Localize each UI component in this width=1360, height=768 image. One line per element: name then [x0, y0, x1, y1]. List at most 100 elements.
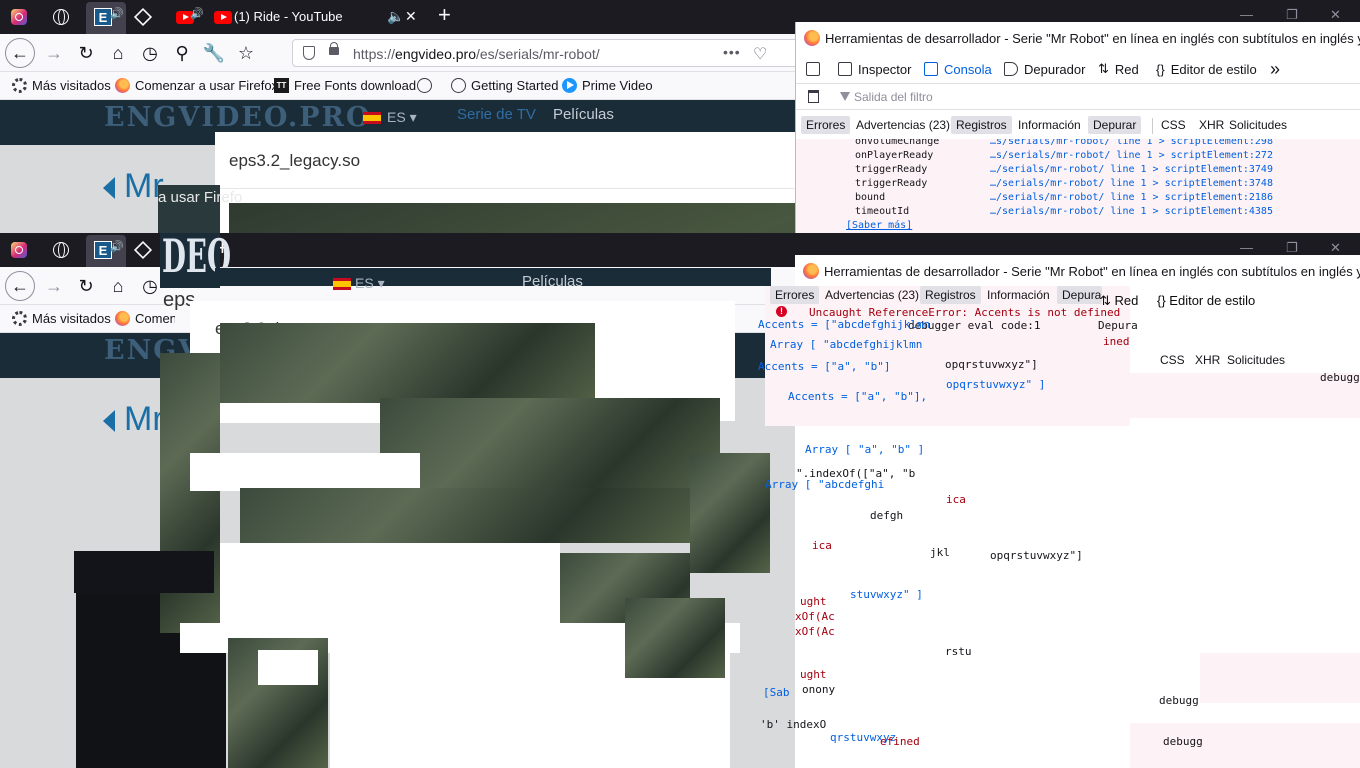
- filter-info[interactable]: Información: [982, 286, 1055, 304]
- minimize-icon[interactable]: —: [1240, 7, 1253, 22]
- filter-logs[interactable]: Registros: [951, 116, 1012, 134]
- filter-debug[interactable]: Depurar: [1057, 286, 1102, 304]
- nav-films[interactable]: Películas: [553, 106, 614, 123]
- bookmark-getting-firefox[interactable]: Comenzar a usar Firefox: [115, 311, 175, 326]
- filter-debug[interactable]: Depurar: [1088, 116, 1142, 134]
- reload-button[interactable]: ↻: [72, 272, 100, 300]
- nav-tv-series[interactable]: Serie de TV: [457, 106, 536, 123]
- pocket-icon[interactable]: ♡: [753, 44, 767, 64]
- tab-style-editor[interactable]: {} Editor de estilo: [1156, 59, 1257, 79]
- page-actions-icon[interactable]: •••: [723, 44, 741, 60]
- pick-element-button[interactable]: [806, 59, 820, 79]
- console-filter-bar: Salida del filtro: [796, 84, 1360, 110]
- arrow-left-icon: ←: [11, 42, 29, 63]
- forward-button[interactable]: →: [40, 39, 68, 67]
- tab-instagram[interactable]: [6, 5, 32, 29]
- reload-icon: ↻: [78, 275, 94, 296]
- filter-logs[interactable]: Registros: [920, 286, 981, 304]
- tab-inspector[interactable]: Inspector: [838, 59, 911, 79]
- forward-button[interactable]: →: [40, 272, 68, 300]
- speaker-icon[interactable]: 🔊: [110, 7, 124, 20]
- bookmark-getting-firefox[interactable]: Comenzar a usar Firefox: [115, 78, 278, 93]
- back-arrow-icon[interactable]: [103, 410, 115, 432]
- bookmark-prime-video[interactable]: Prime Video: [562, 78, 653, 93]
- bookmark-getting-started[interactable]: Getting Started: [451, 78, 558, 93]
- console-fragment: debugg: [1159, 694, 1199, 707]
- restore-icon[interactable]: ❐: [1286, 7, 1298, 23]
- tab-network[interactable]: ⇅ Red: [1098, 59, 1139, 79]
- tab-debugger[interactable]: Depurador: [1004, 59, 1085, 79]
- glitch-white: [220, 543, 560, 633]
- console-row: triggerReady …/serials/mr-robot/ line 1 >…: [855, 178, 1273, 189]
- filter-info[interactable]: Información: [1013, 116, 1086, 134]
- firefox-icon: [804, 30, 820, 46]
- bookmark-free-fonts[interactable]: TT Free Fonts download: [274, 78, 416, 93]
- filter-errors[interactable]: Errores: [770, 286, 820, 304]
- globe-icon: [53, 9, 69, 25]
- search-button[interactable]: ⚲: [168, 39, 196, 67]
- youtube-icon: [214, 10, 232, 24]
- filter-css[interactable]: CSS: [1156, 116, 1191, 134]
- close-tab-icon[interactable]: ✕: [405, 8, 417, 25]
- filter-requests[interactable]: Solicitudes: [1224, 116, 1292, 134]
- site-logo[interactable]: ENGVIDEO.PRO: [104, 102, 372, 133]
- url-text[interactable]: https://engvideo.pro/es/serials/mr-robot…: [353, 46, 600, 62]
- language-selector[interactable]: ES ▾: [355, 275, 385, 292]
- tools-button[interactable]: 🔧: [200, 39, 228, 67]
- log-level-filters: Errores Advertencias (23) Registros Info…: [796, 113, 1360, 139]
- back-arrow-icon[interactable]: [103, 177, 115, 199]
- more-tools-button[interactable]: »: [1270, 59, 1280, 79]
- instagram-icon: [11, 9, 27, 25]
- tracking-shield-icon[interactable]: [303, 46, 315, 60]
- console-row: bound …/serials/mr-robot/ line 1 > script…: [855, 192, 1273, 203]
- bookmark-star-button[interactable]: ☆: [232, 39, 260, 67]
- globe-icon: [451, 78, 466, 93]
- home-button[interactable]: ⌂: [104, 39, 132, 67]
- console-fragment: ught: [800, 668, 827, 681]
- bookmark-most-visited[interactable]: Más visitados: [12, 78, 111, 93]
- url-bar[interactable]: https://engvideo.pro/es/serials/mr-robot…: [292, 39, 802, 67]
- bookmark-most-visited[interactable]: Más visitados: [12, 311, 111, 326]
- tab-console[interactable]: Consola: [924, 59, 992, 79]
- spain-flag-icon[interactable]: [363, 112, 381, 124]
- filter-input[interactable]: Salida del filtro: [854, 90, 933, 104]
- minimize-icon[interactable]: —: [1240, 240, 1253, 255]
- history-button[interactable]: ◷: [136, 39, 164, 67]
- filter-requests[interactable]: Solicitudes: [1222, 351, 1290, 369]
- filter-xhr[interactable]: XHR: [1190, 351, 1225, 369]
- learn-more-link[interactable]: [Saber más]: [846, 219, 912, 233]
- speaker-icon[interactable]: 🔊: [110, 240, 124, 253]
- tab-globe[interactable]: [48, 238, 74, 262]
- reload-button[interactable]: ↻: [72, 39, 100, 67]
- restore-icon[interactable]: ❐: [1286, 240, 1298, 256]
- console-fragment: ica: [812, 539, 832, 552]
- bookmark-globe[interactable]: [417, 78, 432, 93]
- speaker-icon[interactable]: 🔊: [190, 7, 204, 20]
- trash-icon[interactable]: [808, 90, 819, 103]
- new-tab-icon[interactable]: +: [438, 2, 451, 28]
- learn-more-link[interactable]: [Sab: [763, 686, 790, 699]
- console-fragment: onony: [802, 683, 836, 696]
- nav-films[interactable]: Películas: [522, 273, 583, 290]
- instagram-icon: [11, 242, 27, 258]
- filter-errors[interactable]: Errores: [801, 116, 851, 134]
- filter-warnings[interactable]: Advertencias (23): [820, 286, 924, 304]
- video-player[interactable]: [229, 203, 800, 233]
- tab-cube[interactable]: [130, 5, 156, 29]
- home-button[interactable]: ⌂: [104, 272, 132, 300]
- close-window-icon[interactable]: ✕: [1330, 240, 1341, 256]
- language-selector[interactable]: ES ▾: [387, 109, 417, 126]
- tab-title[interactable]: (1) Ride - YouTube: [234, 9, 343, 24]
- youtube-tab-favicon: [210, 5, 236, 29]
- close-window-icon[interactable]: ✕: [1330, 7, 1341, 23]
- filter-warnings[interactable]: Advertencias (23): [851, 116, 955, 134]
- tab-style-editor[interactable]: {} Editor de estilo: [1157, 293, 1255, 308]
- back-button[interactable]: ←: [5, 271, 35, 301]
- tab-instagram[interactable]: [6, 238, 32, 262]
- tab-globe[interactable]: [48, 5, 74, 29]
- filter-css[interactable]: CSS: [1155, 351, 1190, 369]
- lock-icon[interactable]: [329, 42, 339, 55]
- back-button[interactable]: ←: [5, 38, 35, 68]
- tab-cube[interactable]: [130, 238, 156, 262]
- mute-tab-icon[interactable]: 🔈: [387, 8, 404, 25]
